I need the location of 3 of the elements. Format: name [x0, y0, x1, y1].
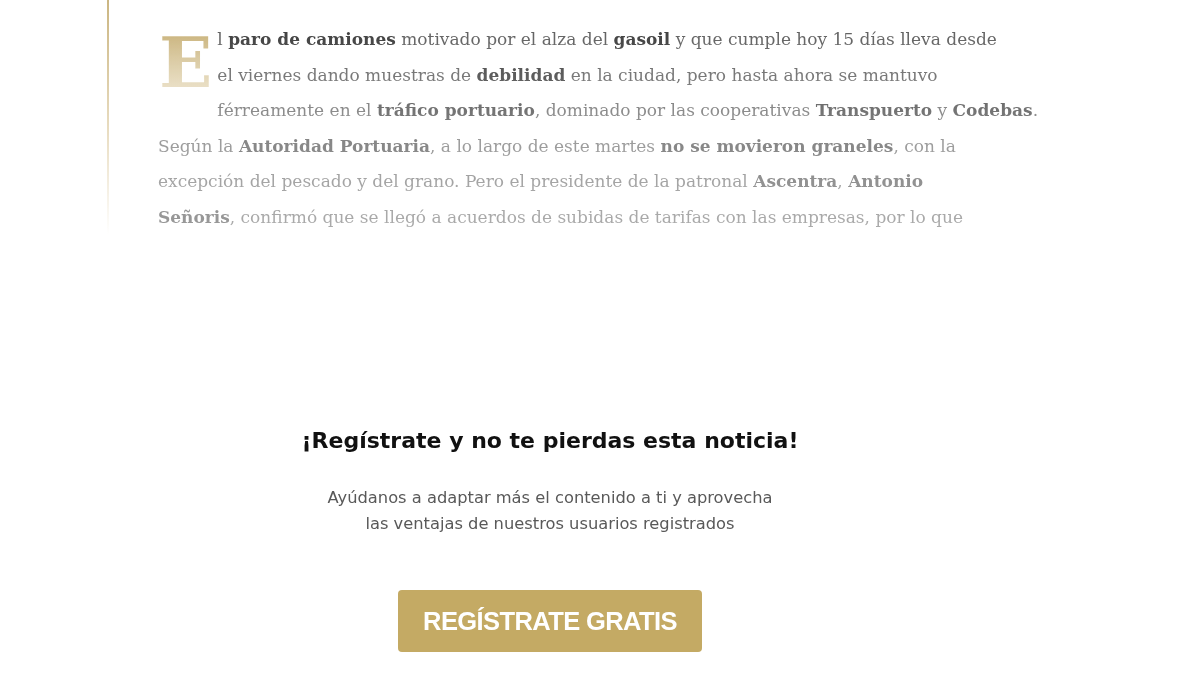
paywall-title: ¡Regístrate y no te pierdas esta noticia!: [301, 427, 799, 455]
register-button[interactable]: REGÍSTRATE GRATIS: [398, 590, 702, 652]
paywall-message: Ayúdanos a adaptar más el contenido a ti y aprovecha las ventajas de nuestros usuarios registrados: [326, 487, 774, 535]
